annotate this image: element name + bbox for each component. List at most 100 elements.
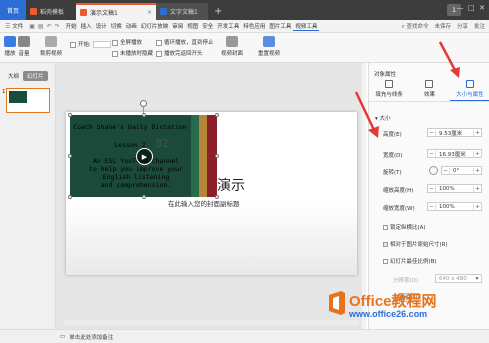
watermark-url: www.office26.com [349,309,428,319]
start-select[interactable] [92,41,111,48]
scale-height-field[interactable]: −100% + [427,184,482,193]
redo-icon[interactable]: ↷ [55,23,60,30]
menu-features[interactable]: 特色应用 [241,22,267,30]
rotation-handle[interactable] [140,100,147,107]
save-icon[interactable]: ▣ [29,23,35,30]
chevron-down-icon: ▾ [475,275,479,282]
menu-bar: 三 文件 ▣ ▤ ↶ ↷ 开始 插入 设计 切换 动画 幻灯片放映 审阅 视图 … [0,20,489,33]
tab-outline[interactable]: 大纲 [8,72,19,80]
video-cover-button[interactable]: 视频封面 [221,36,243,57]
increment-icon[interactable]: + [473,203,481,210]
tab-docer[interactable]: 稻壳模板 [26,3,76,20]
scale-height-value[interactable]: 100% [436,186,473,192]
tab-slides[interactable]: 幻灯片 [23,71,48,81]
menu-design[interactable]: 设计 [94,22,109,30]
menu-picture-tools[interactable]: 图片工具 [267,22,293,30]
decrement-icon[interactable]: − [428,150,436,157]
reset-video-button[interactable]: 重置视频 [258,36,280,57]
office-logo-icon [329,291,345,315]
slide-number: 1 [2,89,6,95]
increment-icon[interactable]: + [473,129,481,136]
volume-button[interactable]: 音量 [18,36,30,57]
loop-checkbox[interactable]: 循环播放，直到停止 [156,38,214,46]
decrement-icon[interactable]: − [428,129,436,136]
height-label: 高度(E) [383,132,402,138]
rotation-field[interactable]: −0° + [441,166,482,175]
docer-icon [30,8,37,15]
tab-presentation[interactable]: 演示文稿1 ✕ [76,3,156,20]
video-play-icon[interactable]: ▶ [136,148,153,165]
menu-transition[interactable]: 切换 [109,22,124,30]
resize-handle[interactable] [215,113,219,117]
increment-icon[interactable]: + [473,167,481,174]
play-button[interactable]: 播放 [4,36,16,57]
presentation-icon [80,9,87,16]
new-tab-label: + [214,6,223,17]
resize-handle[interactable] [68,154,72,158]
resolution-select[interactable]: 640 x 480 ▾ [435,274,482,283]
annotate-button[interactable]: 批注 [474,22,485,31]
scale-width-field[interactable]: −100% + [427,202,482,211]
increment-icon[interactable]: + [473,150,481,157]
slide-subtitle[interactable]: 在此输入您的封面副标题 [168,198,240,208]
close-icon[interactable]: ✕ [147,9,152,16]
size-properties-icon [465,80,474,88]
watermark-brand: Office教程网 [349,293,437,310]
menu-file[interactable]: 三 文件 [3,22,25,30]
tab-home[interactable]: 首页 [0,0,26,20]
height-field[interactable]: −9.53厘米 + [427,128,482,137]
relative-original-checkbox[interactable]: 相对于图片原始尺寸(R) [383,240,448,248]
menu-home[interactable]: 开始 [64,22,79,30]
resize-handle[interactable] [68,113,72,117]
decrement-icon[interactable]: − [442,167,450,174]
menu-review[interactable]: 审阅 [170,22,185,30]
lock-ratio-checkbox[interactable]: 锁定纵横比(A) [383,223,426,231]
add-note-prompt[interactable]: 单击此处添加备注 [69,333,113,341]
decrement-icon[interactable]: − [428,185,436,192]
hide-unplayed-checkbox[interactable]: 未播放时隐藏 [112,49,153,57]
slide-thumbnail[interactable] [6,88,50,113]
resize-handle[interactable] [142,195,146,199]
loop-check-icon [156,39,162,46]
menu-animation[interactable]: 动画 [124,22,139,30]
menu-insert[interactable]: 插入 [79,22,94,30]
scale-width-value[interactable]: 100% [436,204,473,210]
width-value[interactable]: 16.93厘米 [436,150,473,158]
height-value[interactable]: 9.53厘米 [436,129,473,137]
share-button[interactable]: 分享 [457,22,468,31]
print-icon[interactable]: ▤ [38,23,44,30]
new-tab-button[interactable]: + [208,3,228,20]
undo-icon[interactable]: ↶ [47,23,52,30]
best-slide-checkbox[interactable]: 幻灯片最佳比例(B) [383,257,437,265]
tab-effects[interactable]: 效果 [409,80,449,101]
fullscreen-checkbox[interactable]: 全屏播放 [112,38,142,46]
trim-video-button[interactable]: 裁剪视频 [40,36,62,57]
search-command[interactable]: ⌕ 查找命令 [402,22,429,31]
canvas-horizontal-scrollbar[interactable] [64,320,359,325]
decrement-icon[interactable]: − [428,203,436,210]
tab-document[interactable]: 文字文稿1 [156,3,208,20]
slide[interactable]: Coach Shane's Daily Dictation Lesson 2 8… [66,100,357,275]
tab-document-label: 文字文稿1 [170,9,198,16]
resize-handle[interactable] [142,113,146,117]
menu-video-tools[interactable]: 视频工具 [293,22,320,31]
video-object[interactable]: Coach Shane's Daily Dictation Lesson 2 8… [70,115,217,197]
unsaved-button[interactable]: 未保存 [434,22,451,31]
best-slide-check-icon [383,259,388,264]
rotation-value[interactable]: 0° [450,168,473,174]
start-mode[interactable]: 开始: [70,40,111,48]
menu-slideshow[interactable]: 幻灯片放映 [139,22,171,30]
slide-title[interactable]: 演示 [217,175,245,195]
resize-handle[interactable] [68,195,72,199]
tab-size-properties[interactable]: 大小与属性 [449,80,489,101]
window-controls[interactable]: — □ ✕ [457,4,485,12]
resize-handle[interactable] [215,154,219,158]
menu-developer[interactable]: 开发工具 [215,22,241,30]
menu-security[interactable]: 安全 [200,22,215,30]
increment-icon[interactable]: + [473,185,481,192]
unsaved-label: 未保存 [434,23,451,30]
rewind-checkbox[interactable]: 播放完返回开头 [156,49,203,57]
rotation-dial-icon[interactable] [429,166,438,175]
width-field[interactable]: −16.93厘米 + [427,149,482,158]
menu-view[interactable]: 视图 [185,22,200,30]
